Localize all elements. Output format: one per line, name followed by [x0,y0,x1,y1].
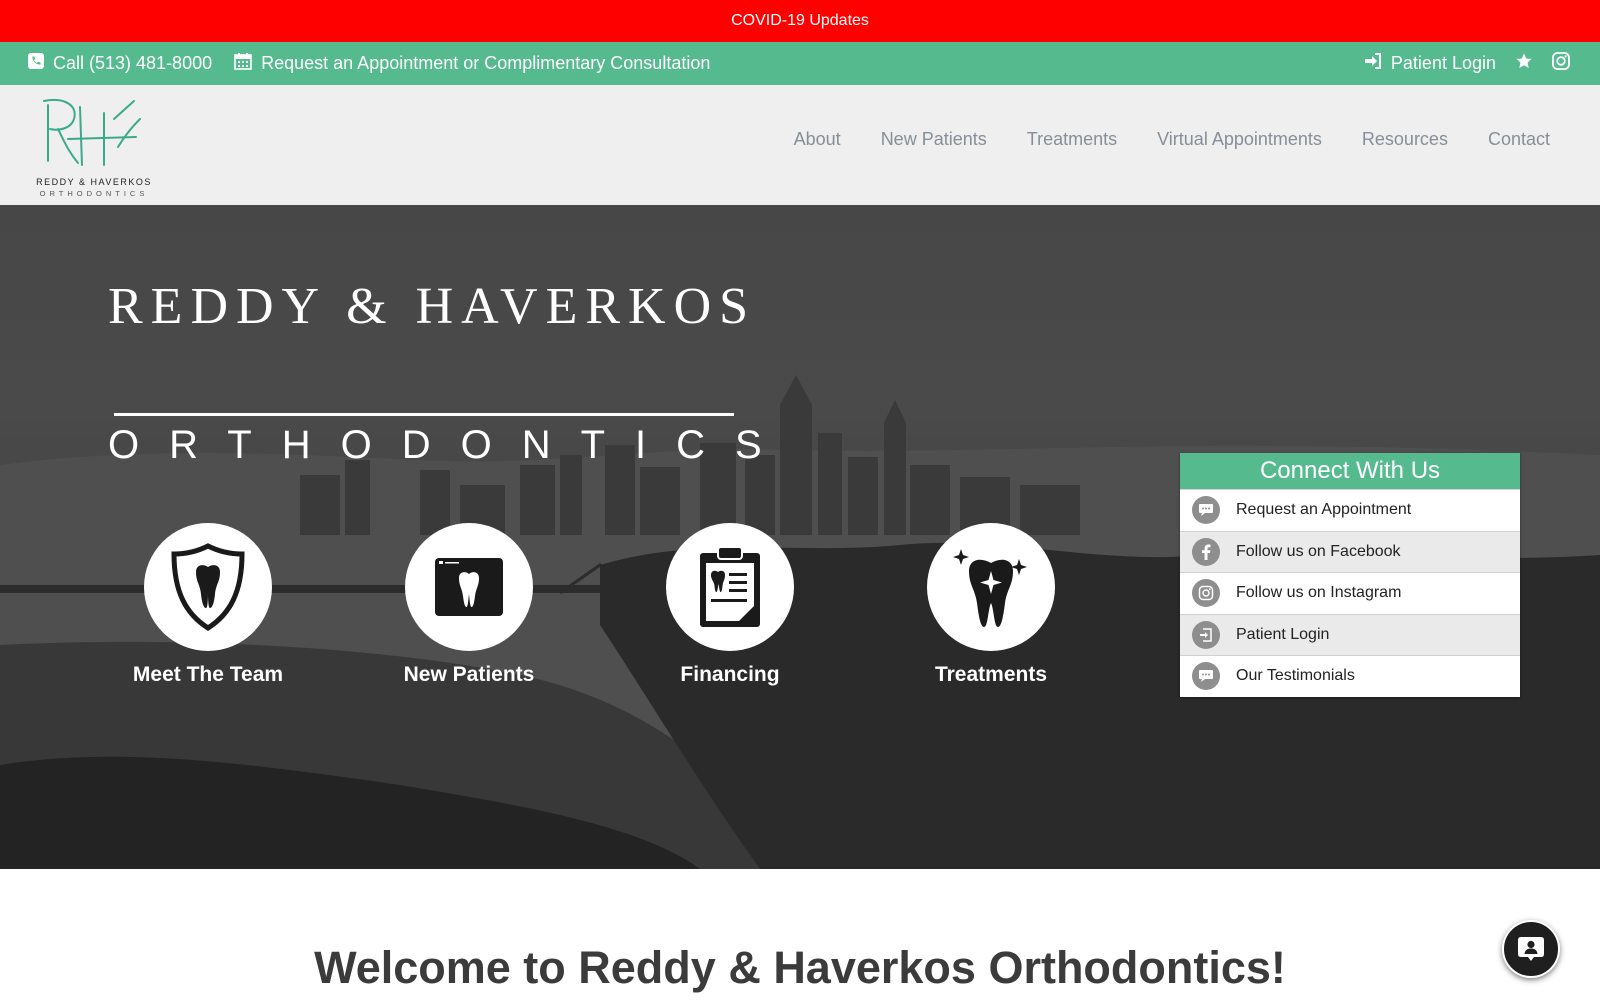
appointment-link[interactable]: Request an Appointment or Complimentary … [234,52,710,75]
financing-link[interactable]: Financing [645,523,815,687]
login-icon [1192,620,1220,649]
circle-icon-wrap [666,523,794,651]
patient-login-label: Patient Login [1390,53,1496,73]
nav-new-patients[interactable]: New Patients [881,129,987,150]
main-header: REDDY & HAVERKOS ORTHODONTICS About New … [0,85,1600,205]
nav-treatments[interactable]: Treatments [1027,129,1117,150]
nav-virtual-appointments[interactable]: Virtual Appointments [1157,129,1322,150]
connect-panel-title: Connect With Us [1180,453,1520,489]
financing-label: Financing [680,663,780,686]
call-link[interactable]: Call (513) 481-8000 [28,52,212,75]
connect-item-label: Our Testimonials [1236,667,1355,685]
hero-title-line1: REDDY & HAVERKOS [108,278,757,335]
connect-item-label: Follow us on Instagram [1236,584,1402,602]
treatments-link[interactable]: Treatments [906,523,1076,687]
instagram-icon [1192,579,1220,608]
chat-widget-button[interactable] [1502,920,1560,978]
logo-subtitle: ORTHODONTICS [39,189,149,198]
connect-request-appointment[interactable]: Request an Appointment [1180,489,1520,531]
chat-icon [1192,496,1220,525]
new-patients-link[interactable]: New Patients [384,523,554,687]
meet-the-team-link[interactable]: Meet The Team [123,523,293,687]
contact-bar: Call (513) 481-8000 Request an Appointme… [0,42,1600,85]
connect-facebook[interactable]: Follow us on Facebook [1180,530,1520,572]
hero-title-line2: ORTHODONTICS [108,423,792,467]
circle-icon-wrap [405,523,533,651]
main-nav: About New Patients Treatments Virtual Ap… [794,129,1550,150]
new-patients-label: New Patients [403,663,535,686]
sparkle-tooth-icon [953,549,1027,627]
site-logo[interactable]: REDDY & HAVERKOS ORTHODONTICS [34,93,154,201]
logo-name: REDDY & HAVERKOS [36,177,152,187]
calendar-icon [234,52,252,75]
hero-section: REDDY & HAVERKOS ORTHODONTICS Meet The T… [0,205,1600,869]
covid-updates-link[interactable]: COVID-19 Updates [731,12,869,30]
hero-title-divider [114,413,734,416]
circle-icon-wrap [144,523,272,651]
treatments-label: Treatments [934,663,1048,686]
hero-title: REDDY & HAVERKOS ORTHODONTICS [108,277,762,467]
connect-testimonials[interactable]: Our Testimonials [1180,655,1520,697]
meet-the-team-label: Meet The Team [132,663,284,686]
connect-patient-login[interactable]: Patient Login [1180,613,1520,655]
logo-monogram [43,99,141,166]
phone-icon [28,53,44,74]
patient-login-link[interactable]: Patient Login [1364,53,1496,74]
facebook-icon [1192,537,1220,566]
connect-item-label: Patient Login [1236,625,1330,643]
tooth-screen-icon [435,558,503,616]
instagram-icon[interactable] [1552,52,1570,75]
circle-icon-wrap [927,523,1055,651]
welcome-heading: Welcome to Reddy & Haverkos Orthodontics… [314,942,1286,993]
clipboard-tooth-icon [700,546,760,627]
nav-about[interactable]: About [794,129,841,150]
chat-icon [1192,662,1220,691]
contact-bar-right: Patient Login [1364,52,1570,75]
connect-instagram[interactable]: Follow us on Instagram [1180,572,1520,614]
star-icon[interactable] [1516,53,1532,74]
covid-updates-banner[interactable]: COVID-19 Updates [0,0,1600,42]
connect-list: Request an Appointment Follow us on Face… [1180,489,1520,697]
call-label: Call (513) 481-8000 [53,53,213,73]
sign-in-icon [1364,53,1382,74]
nav-contact[interactable]: Contact [1488,129,1550,150]
contact-bar-left: Call (513) 481-8000 Request an Appointme… [28,52,710,75]
tooth-shield-icon [171,543,245,631]
chat-contact-icon [1518,937,1544,961]
connect-item-label: Request an Appointment [1236,501,1412,519]
connect-with-us-panel: Connect With Us Request an Appointment F… [1180,453,1520,697]
nav-resources[interactable]: Resources [1362,129,1448,150]
connect-item-label: Follow us on Facebook [1236,542,1401,560]
appointment-label: Request an Appointment or Complimentary … [261,53,711,73]
